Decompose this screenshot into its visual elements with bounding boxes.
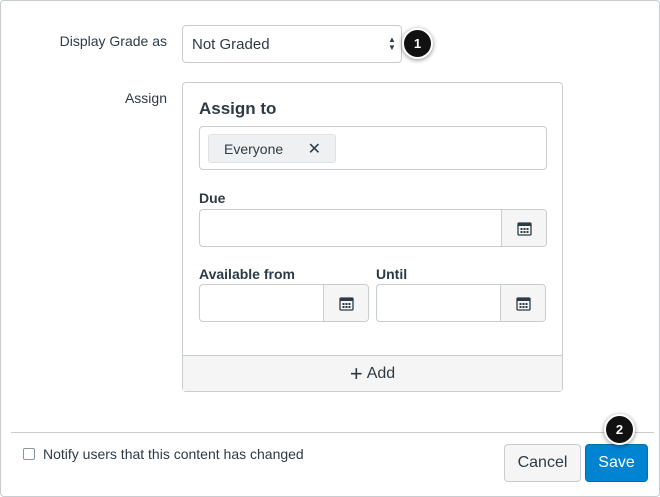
due-label: Due [199, 190, 226, 206]
until-label: Until [376, 266, 408, 282]
until-calendar-button[interactable] [500, 285, 545, 321]
until-field[interactable] [376, 284, 546, 322]
save-button[interactable]: Save [585, 444, 648, 482]
available-from-label: Available from [199, 266, 295, 282]
close-icon[interactable]: ✕ [308, 139, 321, 159]
notify-users-option[interactable]: Notify users that this content has chang… [23, 446, 304, 462]
available-from-field[interactable] [199, 284, 369, 322]
calendar-icon [515, 296, 531, 311]
assignee-chip: Everyone ✕ [208, 134, 336, 163]
cancel-button[interactable]: Cancel [504, 444, 581, 482]
due-calendar-button[interactable] [501, 210, 546, 246]
calendar-icon [516, 221, 532, 236]
available-from-calendar-button[interactable] [323, 285, 368, 321]
display-grade-select[interactable]: Not Graded ▲ ▼ [182, 25, 402, 63]
notify-users-checkbox[interactable] [23, 448, 35, 460]
notify-users-label: Notify users that this content has chang… [43, 446, 304, 462]
assign-to-input[interactable]: Everyone ✕ [199, 126, 547, 170]
assignment-edit-panel: Display Grade as Not Graded ▲ ▼ 1 Assign … [0, 0, 660, 497]
assign-card: Assign to Everyone ✕ Due Available from … [182, 82, 563, 392]
step-callout-1: 1 [402, 28, 433, 59]
step-callout-2: 2 [604, 414, 635, 445]
display-grade-label: Display Grade as [59, 33, 167, 49]
assign-to-title: Assign to [199, 99, 277, 118]
assignee-chip-label: Everyone [224, 141, 284, 157]
add-label: Add [366, 364, 396, 382]
display-grade-selected-value: Not Graded [192, 36, 270, 53]
plus-icon: + [349, 360, 363, 386]
footer-divider [11, 432, 654, 433]
assign-label: Assign [124, 90, 167, 106]
up-down-arrows-icon: ▲ ▼ [388, 35, 396, 52]
add-assignment-button[interactable]: + Add [183, 355, 562, 391]
calendar-icon [338, 296, 354, 311]
due-date-field[interactable] [199, 209, 547, 247]
